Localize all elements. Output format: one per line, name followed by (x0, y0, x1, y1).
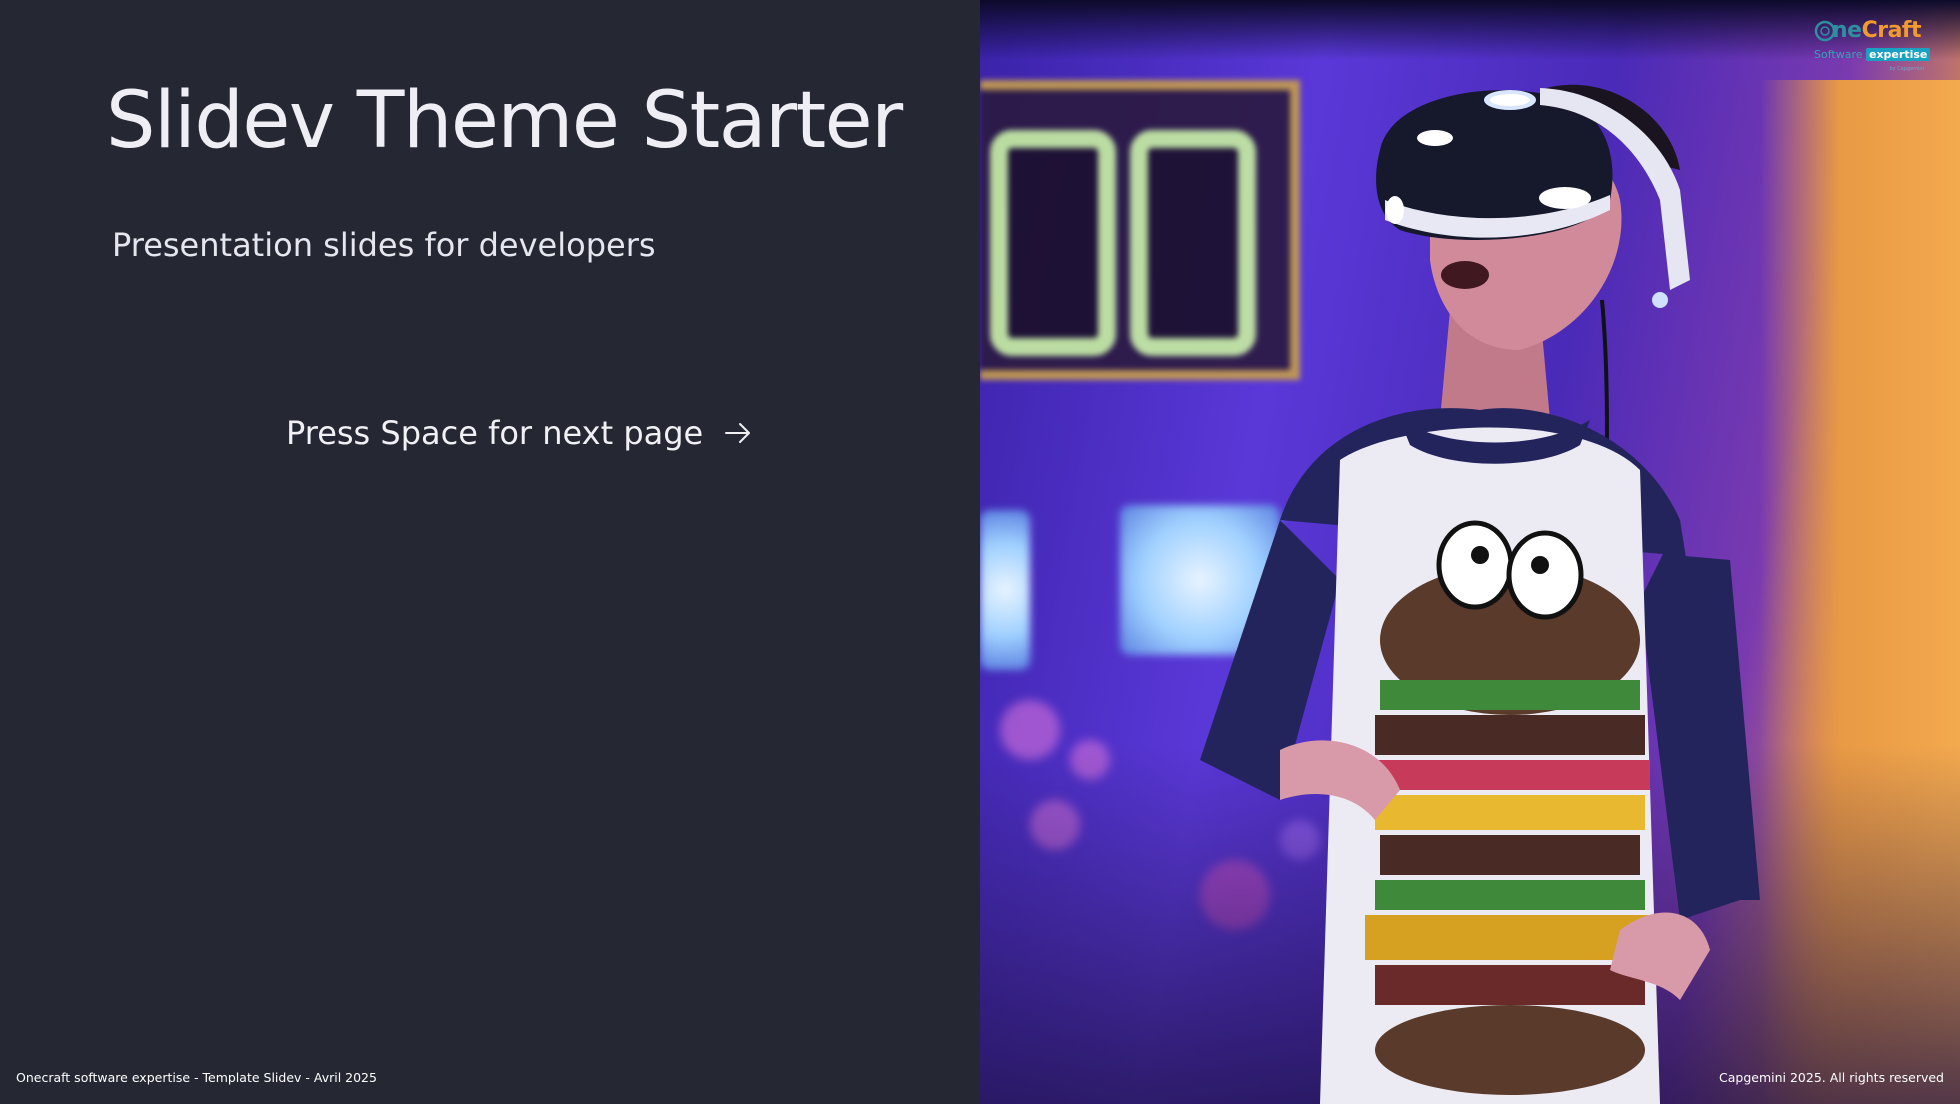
cover-photo: neCraft Software expertise by Capgemini (980, 0, 1960, 1104)
logo-word-craft: Craft (1861, 18, 1922, 43)
arrow-right-icon (723, 418, 753, 448)
logo-tag-software: Software (1814, 48, 1863, 61)
logo-tag-expertise: expertise (1866, 48, 1931, 61)
vr-player-illustration (1200, 84, 1760, 1104)
logo-word-one: ne (1832, 18, 1862, 43)
slide-subtitle: Presentation slides for developers (112, 226, 656, 264)
onecraft-logo: neCraft Software expertise by Capgemini (1812, 18, 1931, 74)
footer-right-text: Capgemini 2025. All rights reserved (1719, 1070, 1944, 1085)
next-page-button[interactable]: Press Space for next page (278, 410, 761, 456)
next-page-label: Press Space for next page (286, 414, 704, 452)
slide: Slidev Theme Starter Presentation slides… (0, 0, 1960, 1104)
content-pane: Slidev Theme Starter Presentation slides… (0, 0, 980, 1104)
footer-left-text: Onecraft software expertise - Template S… (16, 1070, 377, 1085)
logo-byline: by Capgemini (1889, 66, 1924, 72)
slide-title: Slidev Theme Starter (106, 76, 903, 166)
